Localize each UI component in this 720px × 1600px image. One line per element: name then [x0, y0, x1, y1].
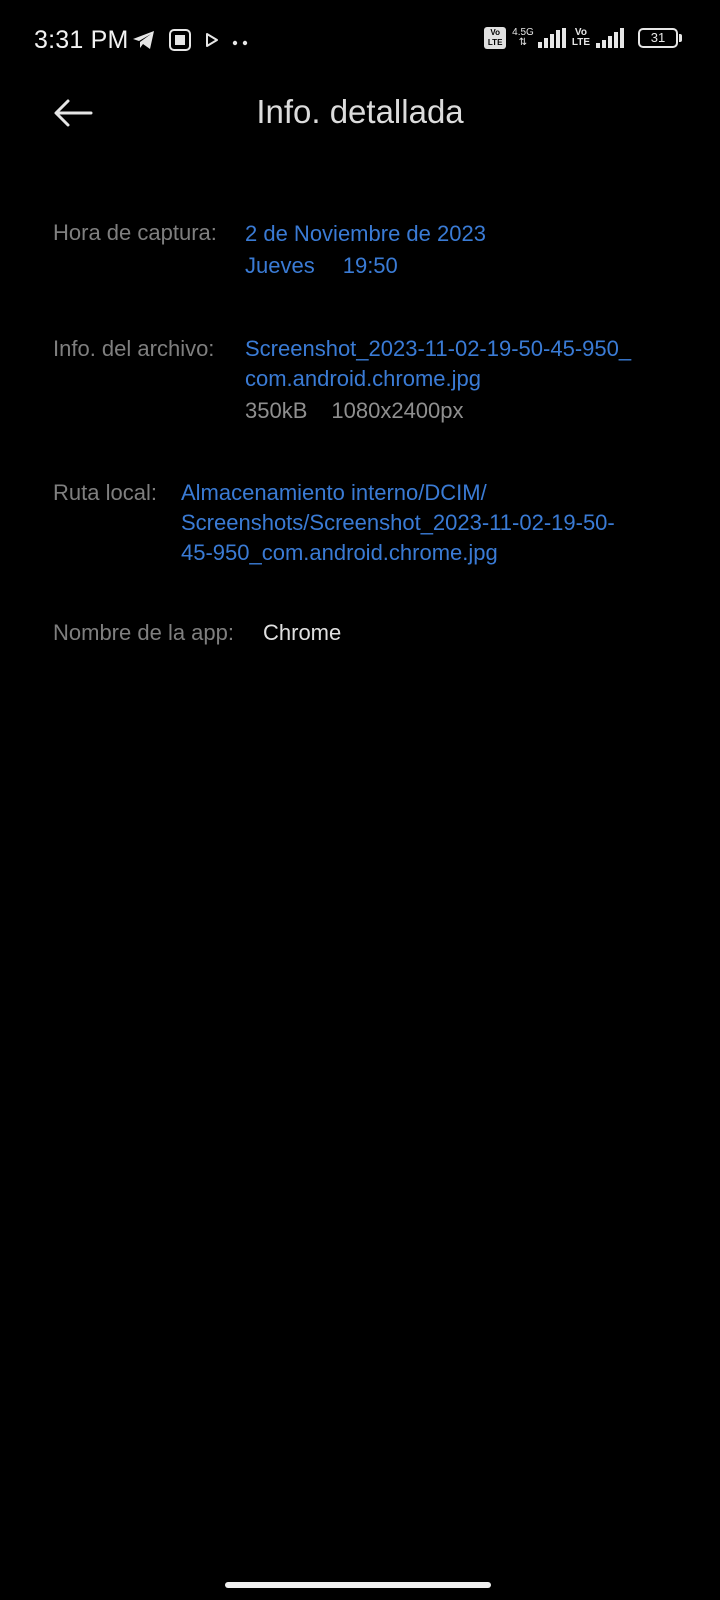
capture-date[interactable]: 2 de Noviembre de 2023	[245, 218, 680, 250]
file-info-values: Screenshot_2023-11-02-19-50-45-950_ com.…	[245, 334, 680, 426]
local-path-line2: Screenshots/Screenshot_2023-11-02-19-50-	[181, 510, 615, 535]
file-info-label: Info. del archivo:	[53, 336, 215, 361]
data-arrows-icon: ⇅	[518, 37, 528, 48]
local-path-label: Ruta local:	[53, 480, 157, 505]
notification-icons	[132, 28, 250, 57]
volte-label-sim2: Vo LTE	[571, 27, 590, 48]
file-name[interactable]: Screenshot_2023-11-02-19-50-45-950_ com.…	[245, 334, 680, 394]
square-app-icon	[168, 28, 192, 57]
network-type-label: 4.5G ⇅	[512, 27, 534, 48]
home-indicator[interactable]	[225, 1582, 491, 1588]
capture-time-values: 2 de Noviembre de 2023 Jueves 19:50	[245, 218, 680, 282]
file-info-row: Info. del archivo: Screenshot_2023-11-02…	[53, 334, 680, 426]
local-path-value[interactable]: Almacenamiento interno/DCIM/ Screenshots…	[181, 478, 680, 568]
file-size: 350kB	[245, 398, 308, 423]
file-name-line2: com.android.chrome.jpg	[245, 366, 482, 391]
local-path-line3: 45-950_com.android.chrome.jpg	[181, 540, 498, 565]
battery-icon: 31	[638, 28, 682, 48]
signal-strength-icon-sim1	[537, 28, 566, 48]
volte-badge-sim1: Vo LTE	[484, 27, 507, 49]
capture-time-label: Hora de captura:	[53, 220, 217, 245]
app-name-label: Nombre de la app:	[53, 620, 234, 645]
page-title: Info. detallada	[256, 93, 464, 130]
file-properties: 350kB 1080x2400px	[245, 396, 680, 426]
file-dimensions: 1080x2400px	[331, 398, 464, 423]
local-path-line1: Almacenamiento interno/DCIM/	[181, 480, 487, 505]
capture-time-row: Hora de captura: 2 de Noviembre de 2023 …	[53, 218, 680, 282]
play-icon	[204, 32, 220, 53]
local-path-row: Ruta local: Almacenamiento interno/DCIM/…	[53, 478, 680, 568]
system-status-icons: Vo LTE 4.5G ⇅ Vo LTE 31	[484, 27, 682, 49]
status-bar: 3:31 PM Vo LTE 4.5G ⇅ Vo LTE 31	[0, 0, 720, 82]
status-time: 3:31 PM	[34, 26, 129, 54]
app-name-row: Nombre de la app: Chrome	[53, 618, 680, 648]
capture-time: 19:50	[342, 253, 398, 278]
more-dots-icon	[232, 34, 250, 52]
capture-day-time[interactable]: Jueves 19:50	[245, 250, 680, 282]
app-name-value: Chrome	[263, 620, 342, 645]
battery-level: 31	[650, 30, 666, 45]
file-name-line1: Screenshot_2023-11-02-19-50-45-950_	[245, 336, 632, 361]
telegram-icon	[132, 29, 156, 56]
signal-strength-icon-sim2	[596, 28, 624, 48]
capture-weekday: Jueves	[245, 253, 315, 278]
